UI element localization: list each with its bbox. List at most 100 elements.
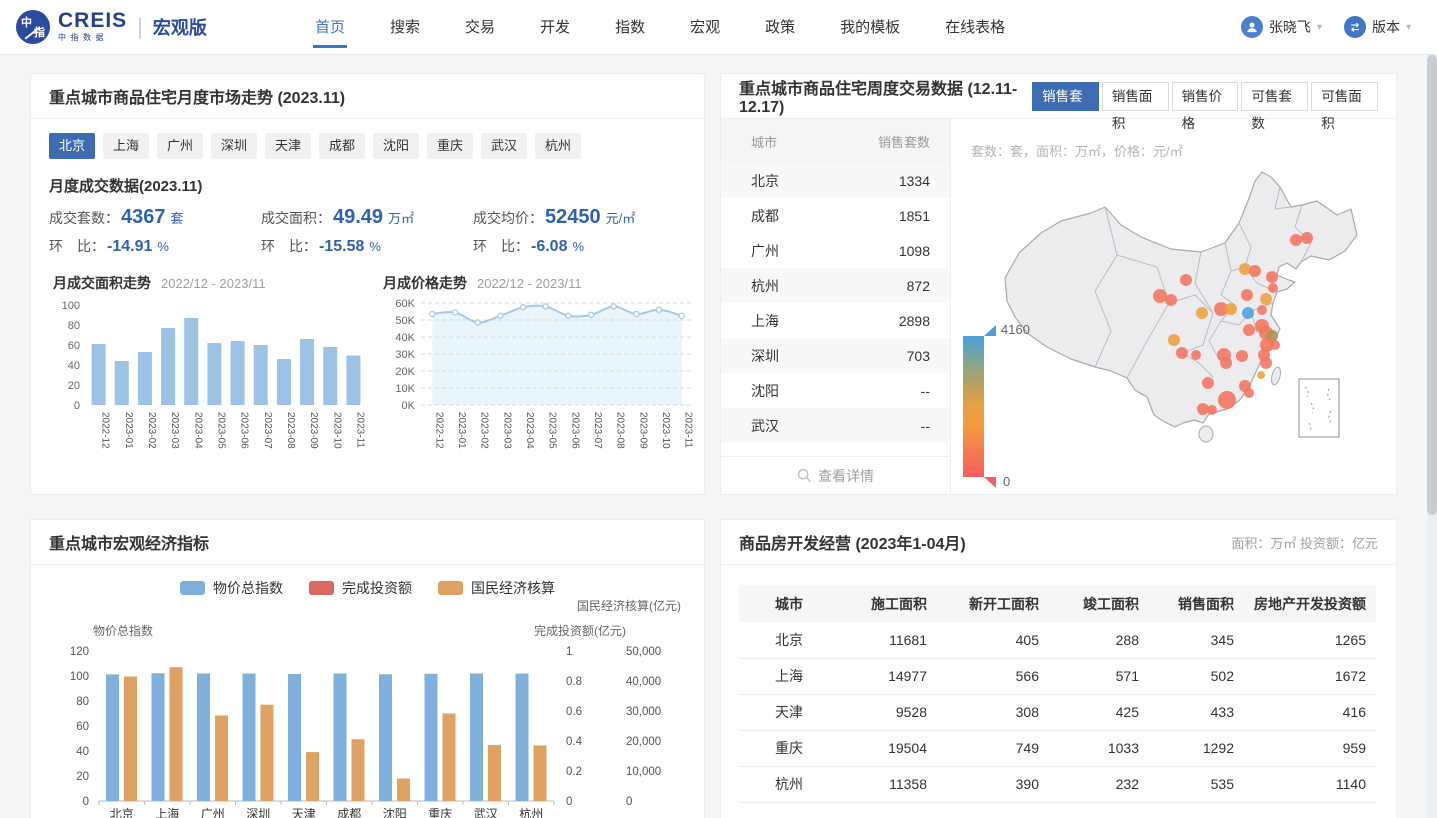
macro-legend: 物价总指数 完成投资额 国民经济核算 bbox=[31, 565, 704, 598]
dev-cell: 1265 bbox=[1244, 622, 1376, 658]
legend-item-物价总指数[interactable]: 物价总指数 bbox=[180, 578, 283, 598]
area-trend-bar-chart: 0204060801002022-122023-012023-022023-03… bbox=[49, 293, 371, 475]
svg-text:2023-11: 2023-11 bbox=[354, 412, 365, 448]
svg-text:40: 40 bbox=[68, 360, 80, 372]
svg-text:60: 60 bbox=[68, 340, 80, 352]
city-tab-深圳[interactable]: 深圳 bbox=[211, 133, 257, 159]
weekly-row-city: 武汉 bbox=[721, 416, 850, 436]
svg-text:2023-05: 2023-05 bbox=[547, 412, 558, 449]
nav-item-开发[interactable]: 开发 bbox=[540, 0, 570, 55]
city-tab-沈阳[interactable]: 沈阳 bbox=[373, 133, 419, 159]
dev-cell: 北京 bbox=[739, 622, 831, 658]
svg-text:60: 60 bbox=[76, 721, 89, 733]
brand-edition: 宏观版 bbox=[153, 14, 207, 40]
svg-text:2022-12: 2022-12 bbox=[100, 412, 111, 449]
dev-cell: 上海 bbox=[739, 658, 831, 694]
dev-header-城市: 城市 bbox=[739, 585, 831, 622]
city-tab-成都[interactable]: 成都 bbox=[319, 133, 365, 159]
version-menu[interactable]: 版本 ▾ bbox=[1344, 16, 1411, 38]
monthly-market-panel: 重点城市商品住宅月度市场走势 (2023.11) 北京上海广州深圳天津成都沈阳重… bbox=[30, 73, 705, 495]
top-nav: 中 指 CREIS 中指数据 | 宏观版 首页搜索交易开发指数宏观政策我的模板在… bbox=[0, 0, 1437, 55]
city-tab-杭州[interactable]: 杭州 bbox=[535, 133, 581, 159]
legend-swatch bbox=[309, 581, 334, 595]
city-tab-广州[interactable]: 广州 bbox=[157, 133, 203, 159]
stat-unit: 套 bbox=[171, 208, 184, 227]
weekly-row-city: 杭州 bbox=[721, 276, 850, 296]
weekly-row-广州: 广州1098 bbox=[721, 233, 950, 268]
weekly-header-value: 销售套数 bbox=[850, 132, 950, 151]
nav-item-首页[interactable]: 首页 bbox=[315, 0, 345, 55]
nav-item-指数[interactable]: 指数 bbox=[615, 0, 645, 55]
stat-value: 49.49 bbox=[333, 206, 383, 229]
dev-cell: 345 bbox=[1149, 622, 1244, 658]
weekly-tab-销售面积[interactable]: 销售面积 bbox=[1102, 82, 1169, 111]
weekly-tab-可售套数[interactable]: 可售套数 bbox=[1241, 82, 1308, 111]
nav-item-我的模板[interactable]: 我的模板 bbox=[840, 0, 900, 55]
weekly-row-city: 成都 bbox=[721, 206, 850, 226]
chevron-down-icon: ▾ bbox=[1406, 22, 1411, 33]
nav-item-搜索[interactable]: 搜索 bbox=[390, 0, 420, 55]
weekly-row-value: 703 bbox=[850, 348, 950, 364]
city-tab-北京[interactable]: 北京 bbox=[49, 133, 95, 159]
price-trend-line-chart: 0K10K20K30K40K50K60K2022-122023-012023-0… bbox=[379, 293, 701, 475]
monthly-panel-title: 重点城市商品住宅月度市场走势 (2023.11) bbox=[49, 84, 345, 108]
monthly-stats: 成交套数：4367套环 比：-14.91%成交面积：49.49万㎡环 比：-15… bbox=[31, 198, 704, 265]
svg-text:物价总指数: 物价总指数 bbox=[93, 623, 153, 638]
city-tab-重庆[interactable]: 重庆 bbox=[427, 133, 473, 159]
svg-text:20: 20 bbox=[68, 380, 80, 392]
legend-swatch bbox=[180, 581, 205, 595]
city-tab-天津[interactable]: 天津 bbox=[265, 133, 311, 159]
weekly-tab-销售价格[interactable]: 销售价格 bbox=[1172, 82, 1239, 111]
svg-text:0.6: 0.6 bbox=[566, 706, 582, 718]
stat-ring-line: 环 比：-15.58% bbox=[261, 236, 473, 256]
search-icon bbox=[797, 468, 812, 483]
legend-item-国民经济核算[interactable]: 国民经济核算 bbox=[438, 578, 555, 598]
view-detail-button[interactable]: 查看详情 bbox=[721, 456, 950, 494]
china-map-area: 套数：套，面积：万㎡，价格：元/㎡ 4160 0 bbox=[951, 119, 1396, 494]
nav-item-政策[interactable]: 政策 bbox=[765, 0, 795, 55]
svg-text:2023-05: 2023-05 bbox=[215, 412, 226, 449]
svg-text:2023-11: 2023-11 bbox=[683, 412, 694, 448]
svg-text:2023-08: 2023-08 bbox=[285, 412, 296, 449]
nav-item-宏观[interactable]: 宏观 bbox=[690, 0, 720, 55]
svg-text:2023-10: 2023-10 bbox=[660, 412, 671, 449]
city-tab-武汉[interactable]: 武汉 bbox=[481, 133, 527, 159]
view-detail-label: 查看详情 bbox=[818, 466, 874, 486]
svg-text:2023-06: 2023-06 bbox=[569, 412, 580, 449]
dev-row-上海: 上海149775665715021672 bbox=[739, 658, 1376, 694]
svg-text:10,000: 10,000 bbox=[626, 766, 661, 778]
svg-text:2023-02: 2023-02 bbox=[146, 412, 157, 449]
dev-cell: 杭州 bbox=[739, 766, 831, 802]
svg-text:2022-12: 2022-12 bbox=[433, 412, 444, 449]
logo[interactable]: 中 指 CREIS 中指数据 | 宏观版 bbox=[0, 10, 315, 44]
nav-item-在线表格[interactable]: 在线表格 bbox=[945, 0, 1005, 55]
map-colorbar bbox=[963, 336, 984, 477]
svg-text:国民经济核算(亿元): 国民经济核算(亿元) bbox=[577, 598, 681, 613]
area-trend-chart: 月成交面积走势 2022/12 - 2023/11 02040608010020… bbox=[49, 273, 371, 480]
legend-item-完成投资额[interactable]: 完成投资额 bbox=[309, 578, 412, 598]
dev-cell: 405 bbox=[937, 622, 1049, 658]
stat-value: 52450 bbox=[545, 206, 601, 229]
colorbar-min-label: 0 bbox=[1003, 474, 1010, 489]
weekly-row-value: -- bbox=[850, 383, 950, 399]
stat-ring-unit: % bbox=[157, 239, 169, 254]
dev-row-北京: 北京116814052883451265 bbox=[739, 622, 1376, 658]
weekly-row-杭州: 杭州872 bbox=[721, 268, 950, 303]
user-menu[interactable]: 张晓飞 ▾ bbox=[1241, 16, 1322, 38]
svg-text:杭州: 杭州 bbox=[519, 806, 543, 818]
weekly-tab-可售面积[interactable]: 可售面积 bbox=[1311, 82, 1378, 111]
nav-item-交易[interactable]: 交易 bbox=[465, 0, 495, 55]
svg-text:2023-09: 2023-09 bbox=[308, 412, 319, 449]
city-tab-上海[interactable]: 上海 bbox=[103, 133, 149, 159]
svg-text:成都: 成都 bbox=[337, 807, 361, 818]
svg-text:2023-03: 2023-03 bbox=[169, 412, 180, 449]
dev-cell: 9528 bbox=[831, 694, 937, 730]
dev-cell: 232 bbox=[1049, 766, 1149, 802]
dev-cell: 390 bbox=[937, 766, 1049, 802]
monthly-charts: 月成交面积走势 2022/12 - 2023/11 02040608010020… bbox=[31, 265, 704, 480]
weekly-tab-销售套数[interactable]: 销售套数 bbox=[1032, 82, 1099, 111]
page-scrollbar-thumb[interactable] bbox=[1427, 55, 1437, 515]
logo-char-top: 中 bbox=[21, 14, 32, 30]
stat-ring-line: 环 比：-14.91% bbox=[49, 236, 261, 256]
dev-cell: 749 bbox=[937, 730, 1049, 766]
